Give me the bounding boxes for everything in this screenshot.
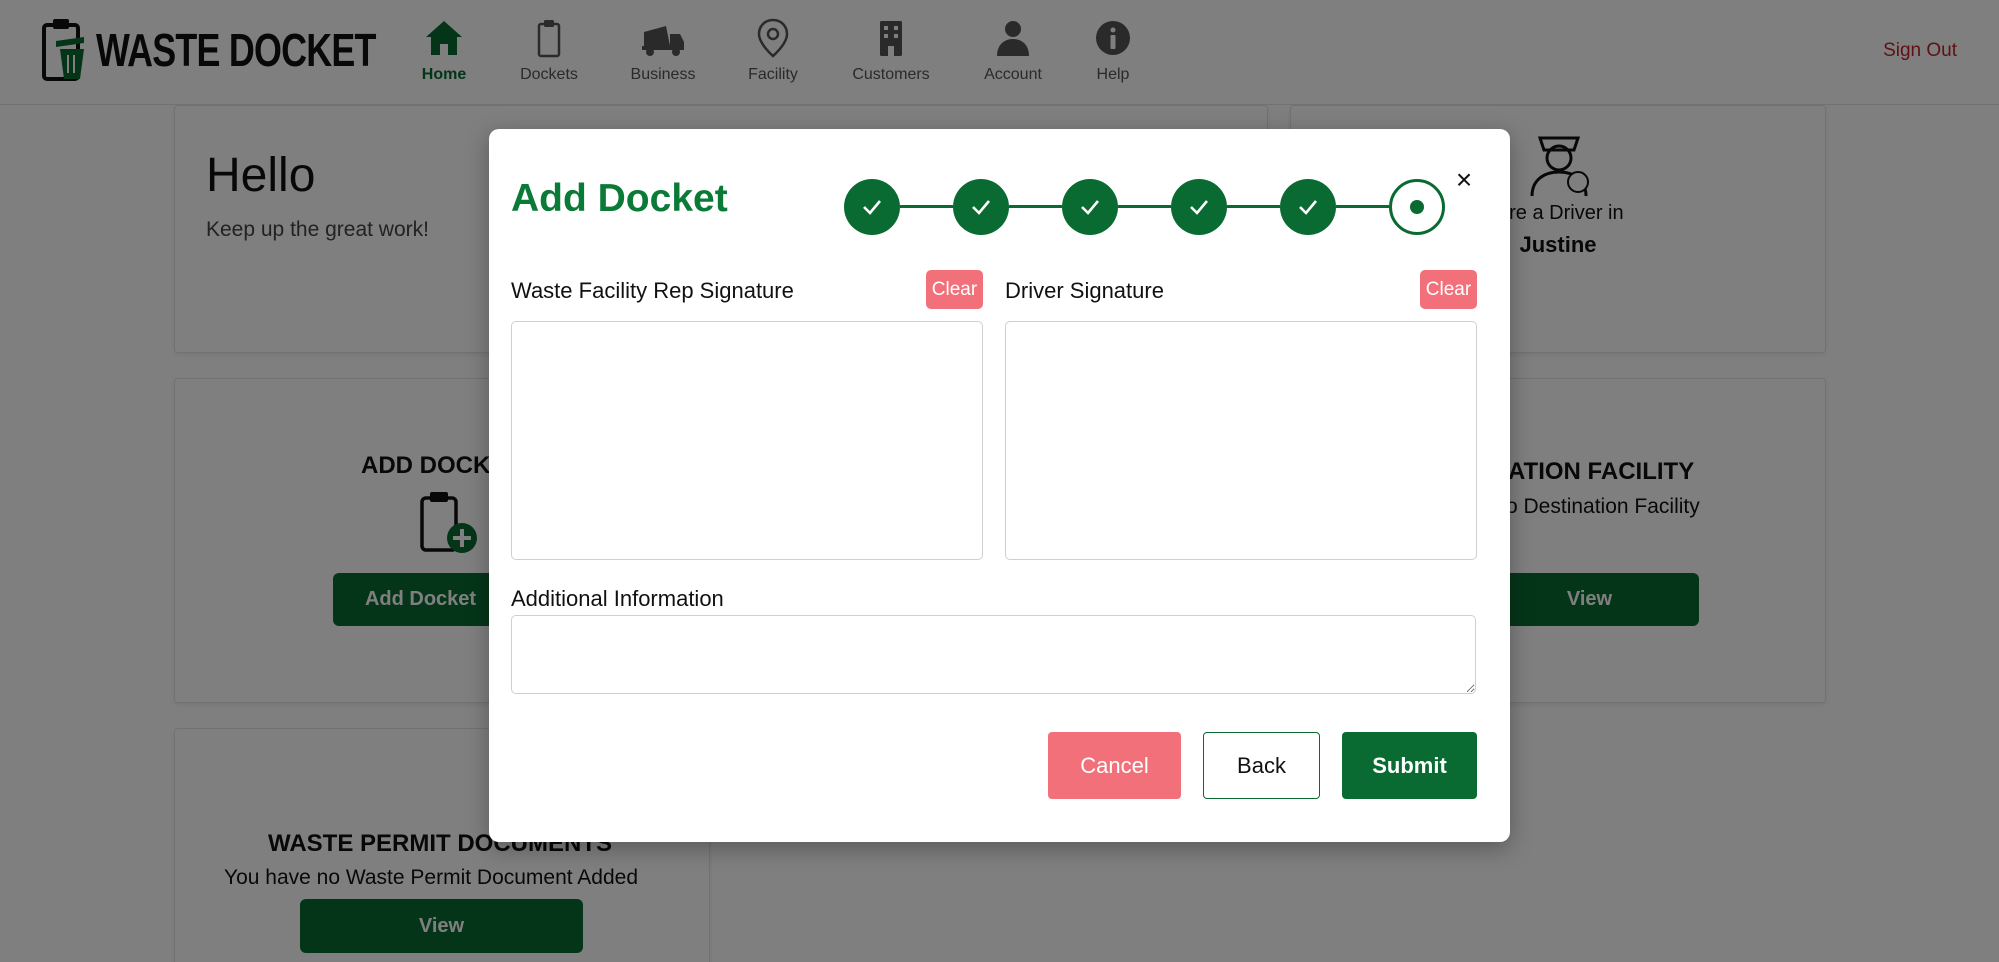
submit-button[interactable]: Submit (1342, 732, 1477, 799)
step-3-complete (1062, 179, 1118, 235)
progress-stepper (844, 179, 1446, 235)
modal-title: Add Docket (511, 177, 728, 220)
step-connector (1009, 205, 1062, 208)
step-6-current (1389, 179, 1445, 235)
rep-signature-label: Waste Facility Rep Signature (511, 278, 794, 303)
driver-signature-label: Driver Signature (1005, 278, 1164, 303)
step-connector (1118, 205, 1171, 208)
add-docket-modal: Add Docket × Waste Facility Rep Signatur… (489, 129, 1510, 842)
step-1-complete (844, 179, 900, 235)
additional-info-input[interactable] (511, 615, 1476, 694)
clear-rep-signature-button[interactable]: Clear (926, 270, 983, 309)
checkmark-icon (972, 200, 990, 215)
close-icon[interactable]: × (1451, 166, 1477, 194)
driver-signature-pad[interactable] (1005, 321, 1477, 560)
checkmark-icon (1190, 200, 1208, 215)
step-2-complete (953, 179, 1009, 235)
step-connector (1336, 205, 1389, 208)
back-button[interactable]: Back (1203, 732, 1320, 799)
checkmark-icon (1299, 200, 1317, 215)
rep-signature-pad[interactable] (511, 321, 983, 560)
step-connector (1227, 205, 1280, 208)
additional-info-label: Additional Information (511, 586, 724, 611)
checkmark-icon (1081, 200, 1099, 215)
step-connector (900, 205, 953, 208)
step-4-complete (1171, 179, 1227, 235)
current-step-dot (1410, 200, 1424, 214)
step-5-complete (1280, 179, 1336, 235)
cancel-button[interactable]: Cancel (1048, 732, 1181, 799)
clear-driver-signature-button[interactable]: Clear (1420, 270, 1477, 309)
checkmark-icon (863, 200, 881, 215)
